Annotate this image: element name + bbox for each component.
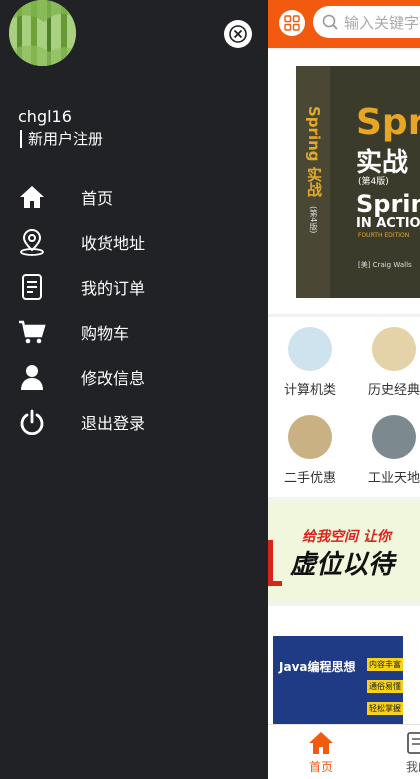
tab-label: 首页: [308, 760, 333, 774]
category-label: 工业天地: [367, 471, 420, 486]
search-icon: [322, 14, 338, 30]
cart-icon: [18, 318, 46, 346]
product-card[interactable]: Java编程思想 内容丰富 通俗易懂 轻松掌握: [268, 606, 420, 724]
search-input[interactable]: 输入关键字: [313, 6, 420, 38]
menu-item-profile[interactable]: 修改信息: [0, 354, 268, 399]
category-label: 计算机类: [283, 383, 336, 398]
category-image: [288, 327, 332, 371]
tab-home[interactable]: 首页: [291, 731, 351, 775]
product-tag: 通俗易懂: [367, 680, 403, 693]
product-book-title: Java编程思想: [279, 660, 356, 674]
category-image: [372, 327, 416, 371]
product-image: Java编程思想 内容丰富 通俗易懂 轻松掌握: [273, 636, 403, 724]
home-icon: [309, 732, 333, 754]
menu-item-label: 修改信息: [81, 368, 146, 388]
category-item[interactable]: 二手优惠: [270, 415, 350, 486]
category-item[interactable]: 工业天地: [354, 415, 420, 486]
book-cover-edition: (第4版): [358, 177, 389, 187]
tab-mine[interactable]: 我的: [388, 731, 420, 775]
product-tag: 轻松掌握: [367, 702, 403, 715]
top-bar: 输入关键字: [268, 0, 420, 48]
username: chgl16: [18, 107, 72, 126]
close-icon: [229, 25, 247, 43]
promo-banner[interactable]: 给我空间 让你 虚位以待: [268, 502, 420, 602]
profile-card-icon: [407, 732, 420, 754]
menu-item-logout[interactable]: 退出登录: [0, 399, 268, 444]
promo-line1: 给我空间 让你: [302, 529, 391, 545]
search-placeholder: 输入关键字: [344, 13, 420, 32]
menu-item-orders[interactable]: 我的订单: [0, 264, 268, 309]
drawer-menu: 首页 收货地址 我的订单 购物车 修改信息 退出登录: [0, 174, 268, 444]
avatar[interactable]: [9, 0, 76, 66]
category-label: 二手优惠: [283, 471, 336, 486]
product-tag: 内容丰富: [367, 658, 403, 671]
location-pin-icon: [18, 228, 46, 256]
category-image: [288, 415, 332, 459]
category-item[interactable]: 计算机类: [270, 327, 350, 398]
user-icon: [18, 363, 46, 391]
menu-item-label: 退出登录: [81, 413, 146, 433]
book-cover-en3: FOURTH EDITION: [358, 232, 410, 239]
side-drawer: chgl16 新用户注册 首页 收货地址 我的订单 购物车 修改信息 退出登录: [0, 0, 268, 779]
menu-item-label: 购物车: [81, 323, 130, 343]
menu-item-cart[interactable]: 购物车: [0, 309, 268, 354]
book-cover-title: Spr: [356, 102, 420, 143]
category-section: 计算机类 历史经典 二手优惠 工业天地: [268, 317, 420, 497]
book-spine-edition: (第4版): [309, 206, 318, 234]
menu-item-address[interactable]: 收货地址: [0, 219, 268, 264]
close-button[interactable]: [224, 20, 252, 48]
home-icon: [18, 183, 46, 211]
register-link[interactable]: 新用户注册: [20, 130, 103, 148]
book-cover-author: [美] Craig Walls: [358, 261, 412, 269]
grid-icon: [284, 15, 300, 31]
tab-label: 我的: [405, 760, 420, 774]
bottom-nav: 首页 我的: [268, 724, 420, 779]
document-icon: [18, 273, 46, 301]
banner-carousel[interactable]: Spring 实战 (第4版) Spr 实战 (第4版) Sprin IN AC…: [268, 50, 420, 314]
power-icon: [18, 408, 46, 436]
category-item[interactable]: 历史经典: [354, 327, 420, 398]
book-cover-en: Sprin: [356, 190, 420, 218]
category-grid-button[interactable]: [279, 10, 305, 36]
book-cover-en2: IN ACTIO: [356, 216, 420, 231]
category-image: [372, 415, 416, 459]
promo-line2: 虚位以待: [290, 550, 395, 580]
menu-item-label: 收货地址: [81, 233, 146, 253]
book-spine-title: Spring 实战: [305, 106, 323, 197]
menu-item-home[interactable]: 首页: [0, 174, 268, 219]
menu-item-label: 我的订单: [81, 278, 146, 298]
category-label: 历史经典: [367, 383, 420, 398]
banner-book-image: Spring 实战 (第4版) Spr 实战 (第4版) Sprin IN AC…: [296, 66, 420, 298]
menu-item-label: 首页: [81, 188, 114, 208]
main-content: 输入关键字 Spring 实战 (第4版) Spr 实战 (第4版) Sprin…: [268, 0, 420, 779]
